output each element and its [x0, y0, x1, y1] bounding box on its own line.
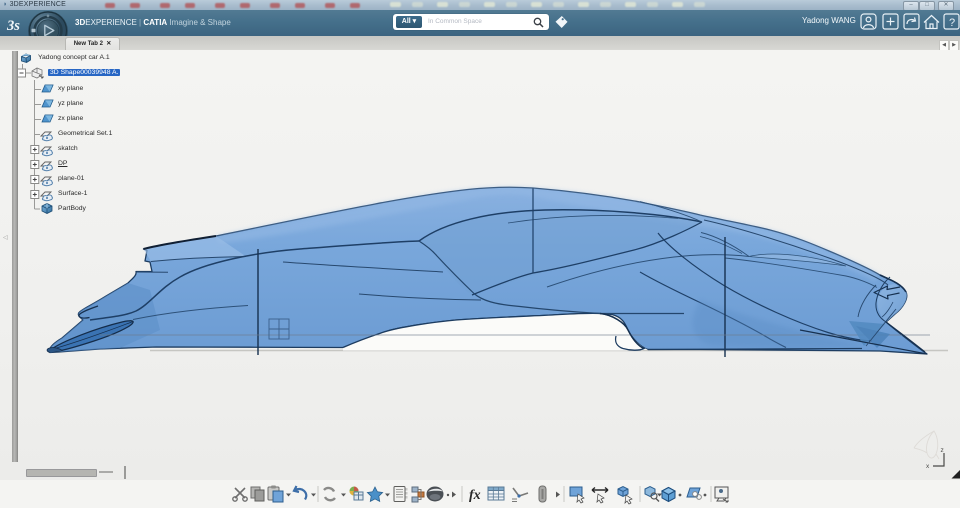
svg-text:x: x: [926, 463, 930, 470]
svg-text:z: z: [941, 447, 944, 454]
svg-text:fx: fx: [469, 488, 481, 503]
